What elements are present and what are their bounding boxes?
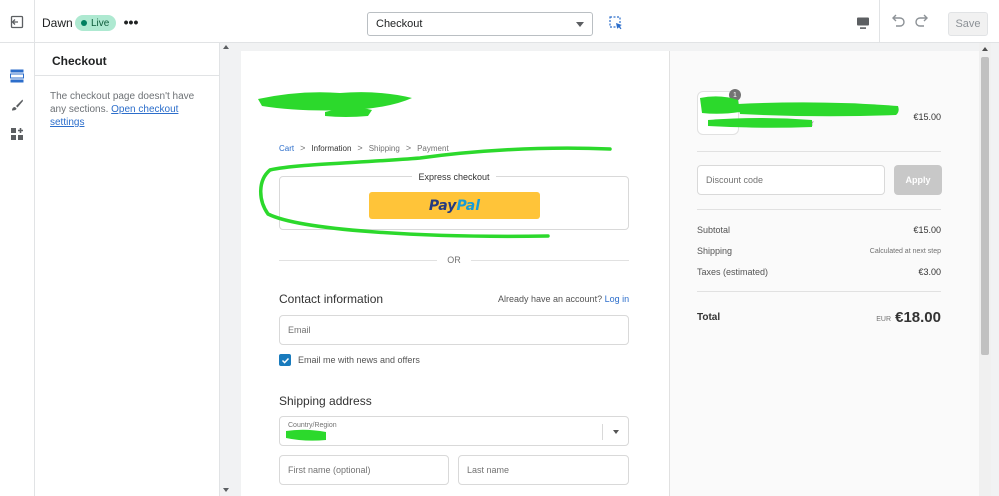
login-prompt: Already have an account? Log in [498, 294, 629, 304]
editor-icon-rail [0, 43, 35, 496]
checkmark-icon [281, 357, 289, 364]
inspector-button[interactable] [606, 13, 626, 33]
checkout-main-column: Cart > Information > Shipping > Payment … [241, 51, 669, 496]
product-price: €15.00 [913, 112, 941, 122]
newsletter-option: Email me with news and offers [279, 354, 420, 366]
country-select[interactable]: Country/Region [279, 416, 629, 446]
email-field[interactable]: Email [279, 315, 629, 345]
total-label: Total [697, 312, 721, 323]
taxes-label: Taxes (estimated) [697, 267, 769, 277]
chevron-down-icon [613, 430, 619, 434]
theme-name: Dawn [42, 16, 73, 30]
sections-nav-button[interactable] [7, 66, 27, 86]
checkout-preview: Cart > Information > Shipping > Payment … [241, 51, 979, 496]
exit-editor-button[interactable] [0, 0, 35, 43]
product-variant-text: r [811, 119, 814, 128]
redo-button[interactable] [912, 12, 932, 32]
discount-placeholder: Discount code [706, 175, 764, 185]
undo-icon [892, 14, 905, 27]
shipping-address-title: Shipping address [279, 394, 372, 408]
more-actions-button[interactable]: ••• [122, 12, 140, 32]
breadcrumb-shipping: Shipping [368, 143, 400, 153]
express-checkout-label: Express checkout [412, 172, 496, 182]
first-name-placeholder: First name (optional) [288, 465, 371, 475]
total-value: €18.00 [895, 309, 941, 326]
preview-scrollbar-left[interactable] [221, 43, 231, 496]
breadcrumb-cart[interactable]: Cart [279, 144, 294, 153]
paypal-button[interactable]: Pay Pal [369, 192, 540, 219]
scroll-up-icon[interactable] [982, 47, 988, 51]
or-line-left [279, 259, 438, 261]
breadcrumb: Cart > Information > Shipping > Payment [279, 143, 449, 153]
select-divider [602, 424, 603, 440]
express-checkout-box: Express checkout Pay Pal [279, 172, 629, 230]
undo-button[interactable] [888, 12, 908, 32]
chevron-down-icon [576, 21, 584, 27]
first-name-field[interactable]: First name (optional) [279, 455, 449, 485]
summary-divider [697, 151, 941, 152]
newsletter-checkbox[interactable] [279, 354, 291, 366]
sections-icon [10, 69, 24, 83]
paypal-logo-pay: Pay [428, 197, 457, 214]
desktop-icon [857, 17, 869, 29]
express-checkout-heading: Express checkout [280, 172, 628, 182]
last-name-field[interactable]: Last name [458, 455, 629, 485]
live-status-badge: Live [75, 15, 117, 31]
topbar-divider [879, 0, 880, 43]
save-button[interactable]: Save [948, 12, 988, 36]
breadcrumb-separator: > [357, 143, 363, 153]
or-label: OR [447, 255, 461, 265]
apply-discount-button[interactable]: Apply [894, 165, 942, 195]
or-divider: OR [279, 255, 629, 265]
last-name-placeholder: Last name [467, 465, 510, 475]
sidebar-title: Checkout [52, 54, 107, 68]
breadcrumb-separator: > [405, 143, 412, 153]
discount-code-field[interactable]: Discount code [697, 165, 885, 195]
sidebar-panel: Checkout The checkout page doesn't have … [35, 43, 220, 496]
scrollbar-thumb[interactable] [981, 57, 989, 355]
breadcrumb-separator: > [300, 143, 306, 153]
sidebar-message: The checkout page doesn't have any secti… [50, 90, 210, 129]
summary-divider [697, 291, 941, 292]
subtotal-value: €15.00 [913, 225, 941, 235]
order-summary: 1 r €15.00 Discount code Apply Subtotal … [669, 51, 979, 496]
contact-information-title: Contact information [279, 292, 384, 306]
or-line-right [470, 259, 629, 261]
newsletter-label: Email me with news and offers [298, 355, 420, 365]
scroll-up-icon[interactable] [223, 45, 229, 49]
theme-settings-nav-button[interactable] [7, 95, 27, 115]
page-selector-value: Checkout [376, 18, 423, 30]
page-selector[interactable]: Checkout [367, 12, 593, 36]
country-label: Country/Region [288, 422, 337, 429]
device-preview-button[interactable] [852, 12, 874, 34]
preview-scrollbar-right[interactable] [979, 43, 991, 496]
have-account-text: Already have an account? [498, 294, 603, 304]
breadcrumb-information: Information [311, 143, 352, 153]
subtotal-label: Subtotal [697, 225, 731, 235]
total-currency: EUR [876, 316, 891, 323]
breadcrumb-payment: Payment [417, 143, 449, 153]
live-badge-label: Live [91, 17, 110, 29]
shipping-label: Shipping [697, 246, 733, 256]
paypal-logo-pal: Pal [456, 197, 481, 214]
editor-topbar: Dawn Live ••• Checkout Save [0, 0, 999, 43]
taxes-value: €3.00 [918, 267, 941, 277]
sidebar-divider [35, 75, 220, 76]
email-placeholder: Email [288, 325, 311, 335]
apps-icon [11, 128, 23, 140]
live-dot-icon [81, 20, 87, 26]
scroll-down-icon[interactable] [223, 488, 229, 492]
summary-divider [697, 209, 941, 210]
apps-nav-button[interactable] [7, 124, 27, 144]
paintbrush-icon [12, 99, 23, 111]
quantity-badge: 1 [729, 89, 741, 101]
redo-icon [915, 14, 928, 27]
login-link[interactable]: Log in [605, 294, 630, 304]
exit-icon [10, 15, 24, 28]
shipping-value: Calculated at next step [869, 248, 941, 255]
select-cursor-icon [609, 16, 622, 30]
